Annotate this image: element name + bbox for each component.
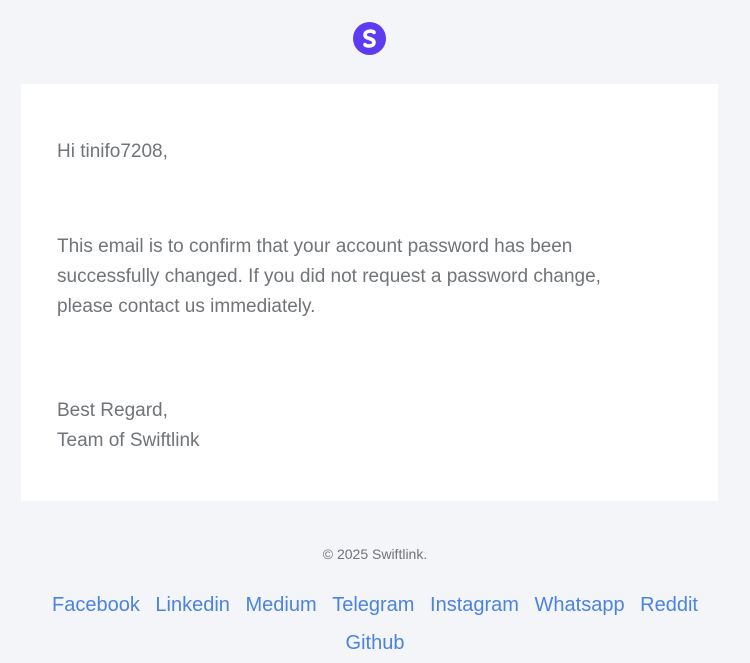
greeting-text: Hi tinifo7208,	[57, 141, 168, 162]
whatsapp-link[interactable]: Whatsapp	[535, 594, 625, 616]
social-links: Facebook Linkedin Medium Telegram Instag…	[40, 586, 710, 662]
signoff-line-1: Best Regard,	[57, 400, 168, 421]
swiftlink-logo-icon	[353, 22, 386, 55]
signoff-line-2: Team of Swiftlink	[57, 430, 200, 451]
medium-link[interactable]: Medium	[246, 594, 317, 616]
signoff: Best Regard, Team of Swiftlink	[57, 396, 200, 456]
instagram-link[interactable]: Instagram	[430, 594, 519, 616]
email-card: Hi tinifo7208, This email is to confirm …	[21, 84, 718, 501]
message-body: This email is to confirm that your accou…	[57, 236, 601, 317]
facebook-link[interactable]: Facebook	[52, 594, 140, 616]
github-link[interactable]: Github	[346, 632, 405, 654]
copyright-text: © 2025 Swiftlink.	[322, 546, 428, 562]
telegram-link[interactable]: Telegram	[332, 594, 414, 616]
reddit-link[interactable]: Reddit	[640, 594, 698, 616]
linkedin-link[interactable]: Linkedin	[155, 594, 230, 616]
